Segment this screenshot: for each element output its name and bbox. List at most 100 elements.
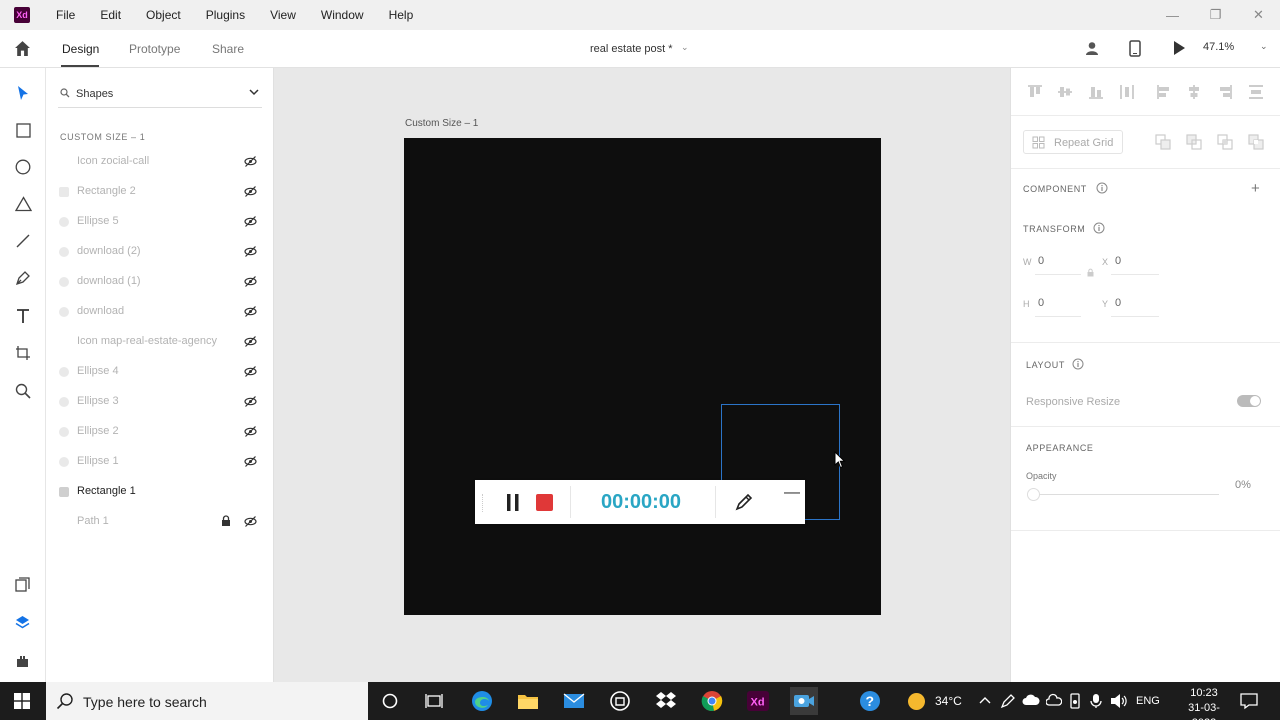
- menu-help[interactable]: Help: [389, 8, 414, 22]
- layer-item-selected[interactable]: Rectangle 1: [46, 477, 274, 507]
- file-explorer-app[interactable]: [514, 687, 542, 715]
- layer-item[interactable]: Icon map-real-estate-agency: [46, 327, 274, 357]
- opacity-slider-handle[interactable]: [1027, 488, 1040, 501]
- zoom-level[interactable]: 47.1%: [1203, 41, 1234, 53]
- layer-item[interactable]: Ellipse 5: [46, 207, 274, 237]
- distribute-vertical-icon[interactable]: [1248, 84, 1264, 100]
- annotate-pen-icon[interactable]: [734, 492, 754, 512]
- width-field[interactable]: 0: [1038, 255, 1044, 267]
- adobe-xd-app[interactable]: Xd: [744, 687, 772, 715]
- eye-hidden-icon[interactable]: [244, 395, 257, 408]
- layers-icon[interactable]: [15, 615, 30, 630]
- add-component-button[interactable]: +: [1251, 180, 1260, 197]
- artboard[interactable]: [404, 138, 881, 615]
- align-middle-icon[interactable]: [1057, 84, 1073, 100]
- document-assets-icon[interactable]: [15, 577, 30, 592]
- chevron-down-icon[interactable]: ⌄: [681, 42, 689, 53]
- x-field[interactable]: 0: [1115, 255, 1121, 267]
- zoom-chevron-icon[interactable]: ⌄: [1260, 41, 1268, 52]
- info-icon[interactable]: [1096, 182, 1108, 194]
- lock-icon[interactable]: [221, 515, 231, 527]
- eye-hidden-icon[interactable]: [244, 455, 257, 468]
- volume-icon[interactable]: [1110, 693, 1128, 709]
- layer-item[interactable]: download (2): [46, 237, 274, 267]
- menu-file[interactable]: File: [56, 8, 75, 22]
- chrome-app[interactable]: [698, 687, 726, 715]
- opacity-value[interactable]: 0%: [1235, 479, 1251, 491]
- layer-item[interactable]: Icon zocial-call: [46, 147, 274, 177]
- menu-object[interactable]: Object: [146, 8, 181, 22]
- plugins-icon[interactable]: [15, 653, 30, 668]
- close-button[interactable]: ✕: [1237, 0, 1280, 30]
- layer-item[interactable]: Rectangle 2: [46, 177, 274, 207]
- stop-button[interactable]: [536, 494, 553, 511]
- minimize-button[interactable]: —: [1151, 0, 1194, 30]
- y-field[interactable]: 0: [1115, 297, 1121, 309]
- edge-app[interactable]: [468, 687, 496, 715]
- align-center-icon[interactable]: [1186, 84, 1202, 100]
- home-icon[interactable]: [14, 40, 31, 57]
- align-bottom-icon[interactable]: [1088, 84, 1104, 100]
- chevron-down-icon[interactable]: [248, 86, 260, 98]
- eye-hidden-icon[interactable]: [244, 215, 257, 228]
- eye-hidden-icon[interactable]: [244, 365, 257, 378]
- zoom-tool[interactable]: [13, 381, 33, 401]
- input-language[interactable]: ENG: [1136, 695, 1160, 707]
- aspect-lock-icon[interactable]: [1087, 268, 1094, 277]
- microphone-icon[interactable]: [1090, 693, 1102, 709]
- pen-tool[interactable]: [13, 268, 33, 288]
- pen-workspace-icon[interactable]: [1000, 693, 1016, 709]
- cloud-sync-icon[interactable]: [1046, 693, 1062, 707]
- layer-item[interactable]: Path 1: [46, 507, 274, 537]
- restore-button[interactable]: ❐: [1194, 0, 1237, 30]
- layer-item[interactable]: download: [46, 297, 274, 327]
- eye-hidden-icon[interactable]: [244, 425, 257, 438]
- recorder-minimize-button[interactable]: —: [784, 484, 800, 502]
- layers-filter[interactable]: Shapes: [58, 82, 262, 108]
- ellipse-tool[interactable]: [13, 157, 33, 177]
- onedrive-cloud-icon[interactable]: [1022, 693, 1040, 707]
- help-app[interactable]: ?: [856, 687, 884, 715]
- eye-hidden-icon[interactable]: [244, 275, 257, 288]
- align-right-icon[interactable]: [1217, 84, 1233, 100]
- canvas[interactable]: Custom Size – 1: [274, 68, 1010, 682]
- task-view-button[interactable]: [420, 687, 448, 715]
- info-icon[interactable]: [1093, 222, 1105, 234]
- tab-prototype[interactable]: Prototype: [129, 42, 180, 56]
- document-title[interactable]: real estate post *: [590, 43, 673, 55]
- line-tool[interactable]: [13, 231, 33, 251]
- rectangle-tool[interactable]: [13, 120, 33, 140]
- mail-app[interactable]: [560, 687, 588, 715]
- notifications-icon[interactable]: [1240, 692, 1258, 710]
- eye-hidden-icon[interactable]: [244, 185, 257, 198]
- artboard-label[interactable]: Custom Size – 1: [405, 118, 478, 129]
- layer-item[interactable]: download (1): [46, 267, 274, 297]
- align-left-icon[interactable]: [1156, 84, 1172, 100]
- weather-sun-icon[interactable]: [908, 693, 925, 710]
- eye-hidden-icon[interactable]: [244, 335, 257, 348]
- boolean-subtract-icon[interactable]: [1186, 134, 1202, 150]
- layer-item[interactable]: Ellipse 2: [46, 417, 274, 447]
- height-field[interactable]: 0: [1038, 297, 1044, 309]
- tab-share[interactable]: Share: [212, 42, 244, 56]
- play-icon[interactable]: [1172, 40, 1186, 56]
- drag-handle[interactable]: [482, 494, 485, 512]
- clock[interactable]: 10:23 31-03-2022: [1176, 686, 1232, 720]
- boolean-intersect-icon[interactable]: [1217, 134, 1233, 150]
- weather-temperature[interactable]: 34°C: [935, 694, 962, 708]
- info-icon[interactable]: [1072, 358, 1084, 370]
- select-tool[interactable]: [13, 83, 33, 103]
- user-icon[interactable]: [1084, 40, 1100, 56]
- eye-hidden-icon[interactable]: [244, 515, 257, 528]
- windows-start-icon[interactable]: [14, 693, 30, 709]
- menu-window[interactable]: Window: [321, 8, 364, 22]
- repeat-grid-button[interactable]: Repeat Grid: [1023, 130, 1123, 154]
- text-tool[interactable]: [13, 306, 33, 326]
- tab-design[interactable]: Design: [62, 42, 99, 56]
- usb-device-icon[interactable]: [1068, 693, 1082, 709]
- responsive-resize-toggle[interactable]: [1237, 395, 1261, 407]
- boolean-exclude-icon[interactable]: [1248, 134, 1264, 150]
- menu-edit[interactable]: Edit: [100, 8, 121, 22]
- mobile-preview-icon[interactable]: [1129, 40, 1141, 57]
- layer-item[interactable]: Ellipse 4: [46, 357, 274, 387]
